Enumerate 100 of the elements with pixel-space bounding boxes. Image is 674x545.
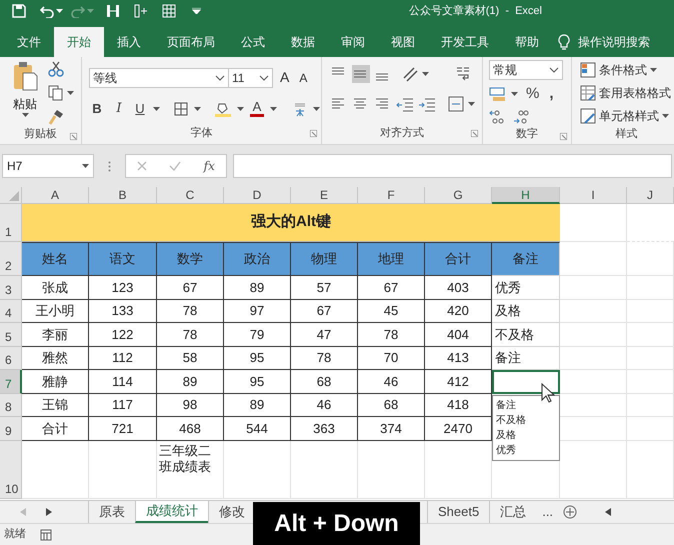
copy-icon[interactable] [48, 85, 64, 101]
empty-cell[interactable] [627, 346, 674, 370]
shrink-font-button[interactable]: A [299, 68, 308, 86]
empty-cell[interactable] [291, 440, 358, 498]
merge-cells-icon[interactable] [448, 96, 464, 112]
scroll-left-icon[interactable] [605, 508, 612, 516]
active-cell[interactable] [492, 370, 560, 394]
empty-cell[interactable] [627, 276, 674, 300]
decrease-decimal-icon[interactable] [513, 108, 529, 124]
ribbon-tab[interactable]: 数据 [278, 27, 328, 57]
underline-button[interactable]: U [133, 99, 147, 118]
font-color-button[interactable]: A [250, 100, 264, 118]
customize-icon[interactable] [192, 8, 201, 14]
caret-icon[interactable] [237, 106, 244, 111]
currency-icon[interactable] [489, 86, 507, 102]
dropdown-option[interactable]: 优秀 [496, 443, 559, 458]
number-format-field[interactable]: 常规 [489, 60, 563, 80]
empty-cell[interactable] [358, 440, 425, 498]
dialog-launcher-icon[interactable] [310, 130, 317, 137]
fill-color-icon[interactable] [215, 100, 231, 117]
ribbon-tab[interactable]: 文件 [4, 27, 54, 57]
italic-button[interactable]: I [111, 99, 127, 118]
phonetic-icon[interactable] [293, 100, 307, 117]
row-header[interactable]: 1 [0, 204, 22, 242]
row-header[interactable]: 6 [0, 346, 22, 370]
caret-icon[interactable] [313, 106, 320, 111]
caret-icon[interactable] [194, 106, 201, 111]
orientation-icon[interactable] [402, 66, 418, 82]
ribbon-tab[interactable]: 审阅 [328, 27, 378, 57]
styles-menu-button[interactable]: 套用表格格式 [580, 84, 674, 102]
insert-column-icon[interactable] [134, 4, 148, 18]
grid-icon[interactable] [162, 4, 176, 18]
name-box[interactable]: H7 [2, 154, 94, 178]
caret-icon[interactable] [511, 92, 518, 96]
add-sheet-icon[interactable] [563, 505, 578, 519]
dropdown-option[interactable]: 备注 [496, 398, 559, 413]
dialog-launcher-icon[interactable] [471, 130, 478, 137]
caret-icon[interactable] [67, 91, 74, 95]
empty-cell[interactable] [560, 323, 627, 346]
formula-field[interactable] [233, 154, 672, 178]
column-header[interactable]: H [492, 187, 560, 204]
dialog-launcher-icon[interactable] [560, 132, 567, 140]
format-painter-icon[interactable] [48, 109, 64, 125]
column-header[interactable]: G [425, 187, 492, 204]
caret-icon[interactable] [422, 72, 429, 76]
more-options-icon[interactable] [108, 160, 111, 172]
ribbon-tab[interactable]: 插入 [104, 27, 154, 57]
row-header[interactable]: 9 [0, 417, 22, 440]
column-header[interactable]: A [22, 187, 89, 204]
column-header[interactable]: E [291, 187, 358, 204]
ribbon-tab[interactable]: 公式 [228, 27, 278, 57]
column-header[interactable]: F [358, 187, 425, 204]
styles-menu-button[interactable]: 单元格样式 [580, 107, 674, 125]
row-header[interactable]: 4 [0, 300, 22, 323]
undo-icon[interactable] [40, 4, 54, 18]
caret-icon[interactable] [468, 102, 475, 106]
cut-icon[interactable] [48, 61, 64, 77]
column-header[interactable]: B [89, 187, 157, 204]
insert-function-button[interactable]: fx [204, 157, 215, 175]
column-header[interactable]: C [157, 187, 224, 204]
paste-button[interactable]: 粘贴 [6, 61, 44, 125]
macro-record-icon[interactable] [40, 528, 52, 540]
caret-icon[interactable] [153, 106, 160, 111]
row-header[interactable]: 7 [0, 370, 22, 394]
empty-cell[interactable] [560, 346, 627, 370]
more-sheets-button[interactable]: ... [536, 502, 560, 522]
dialog-launcher-icon[interactable] [70, 133, 77, 140]
styles-menu-button[interactable]: 条件格式 [580, 61, 674, 79]
empty-cell[interactable] [627, 394, 674, 417]
ribbon-tab[interactable]: 开始 [54, 27, 104, 57]
sheet-tab[interactable]: 成绩统计 [135, 501, 208, 523]
empty-cell[interactable] [627, 417, 674, 440]
dropdown-option[interactable]: 及格 [496, 428, 559, 443]
empty-cell[interactable] [627, 242, 674, 276]
ribbon-tab[interactable]: 帮助 [502, 27, 552, 57]
lightbulb-icon[interactable] [558, 34, 570, 50]
borders-icon[interactable] [174, 102, 188, 116]
font-name-field[interactable]: 等线 [89, 68, 229, 88]
bold-button[interactable]: B [89, 99, 105, 118]
caret-icon[interactable] [22, 113, 28, 117]
ribbon-tab[interactable]: 开发工具 [428, 27, 502, 57]
caret-icon[interactable] [270, 106, 277, 111]
wrap-text-icon[interactable] [455, 65, 471, 83]
empty-cell[interactable] [560, 276, 627, 300]
row-header[interactable]: 8 [0, 394, 22, 417]
caret-icon[interactable] [56, 9, 63, 13]
comma-button[interactable]: , [549, 83, 554, 106]
ribbon-tab[interactable]: 视图 [378, 27, 428, 57]
row-header[interactable]: 2 [0, 242, 22, 276]
empty-cell[interactable] [627, 440, 674, 498]
column-header[interactable]: I [560, 187, 627, 204]
percent-button[interactable]: % [526, 83, 540, 106]
column-header[interactable]: J [627, 187, 674, 204]
empty-cell[interactable] [627, 370, 674, 394]
row-header[interactable]: 5 [0, 323, 22, 346]
empty-cell[interactable] [560, 300, 627, 323]
tell-me-field[interactable]: 操作说明搜索 [578, 33, 650, 51]
font-size-field[interactable]: 11 [229, 68, 273, 88]
scroll-right-icon[interactable] [46, 508, 52, 516]
row-header[interactable]: 10 [0, 440, 22, 498]
